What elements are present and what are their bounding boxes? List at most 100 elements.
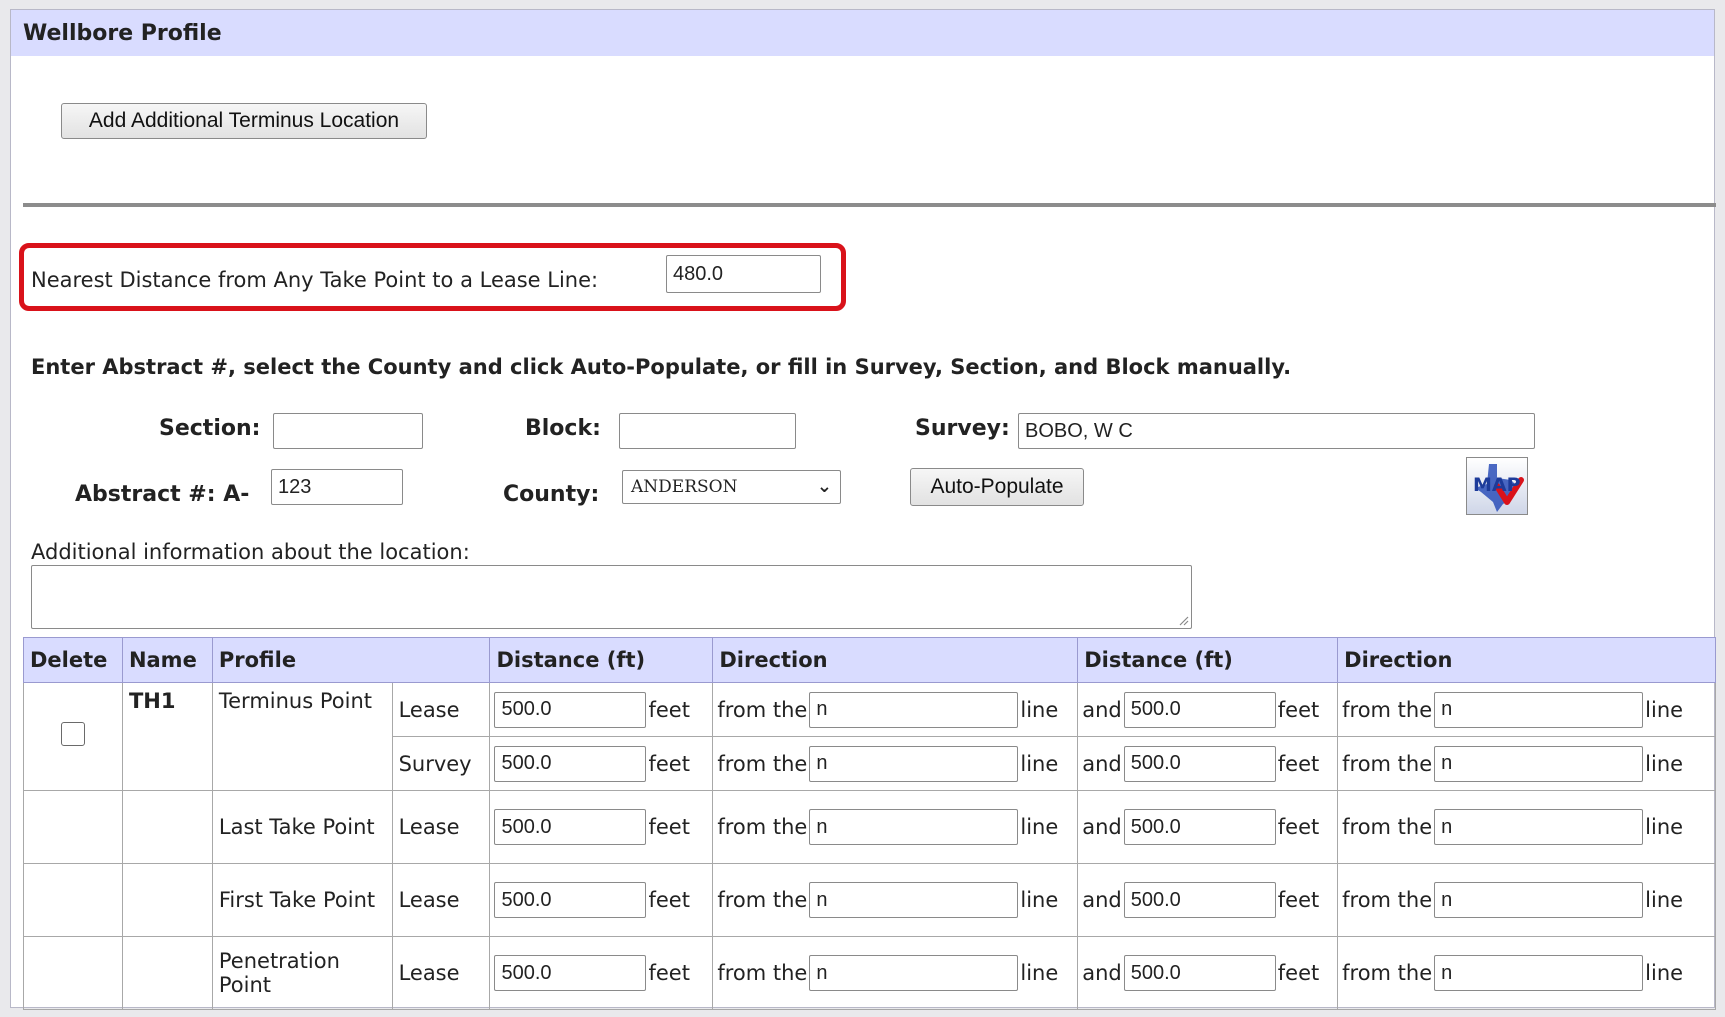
additional-info-textarea[interactable] — [31, 565, 1192, 629]
col-header-distance-2: Distance (ft) — [1077, 637, 1339, 683]
distance-input-2[interactable] — [1123, 882, 1276, 918]
county-label: County: — [503, 482, 600, 507]
section-label: Section: — [159, 416, 261, 441]
line-text: line — [1020, 888, 1059, 912]
direction-input-2[interactable] — [1434, 691, 1644, 728]
and-text: and — [1082, 697, 1122, 722]
row-profile: Last Take Point — [211, 790, 393, 864]
line-text: line — [1645, 751, 1684, 776]
county-select[interactable]: ANDERSON ⌄ — [622, 470, 841, 504]
row-profile: Penetration Point — [211, 936, 393, 1010]
col-header-direction-2: Direction — [1337, 637, 1716, 683]
from-the-text: from the — [717, 961, 808, 985]
distance-input-1[interactable] — [494, 882, 647, 918]
map-texas-icon[interactable]: MAP — [1466, 457, 1528, 515]
unit-feet: feet — [1277, 751, 1320, 776]
line-text: line — [1020, 697, 1059, 722]
distance-input-1[interactable] — [494, 955, 647, 991]
table-row: TH1 Terminus Point Lease feet from the li… — [23, 682, 1716, 791]
from-the-text: from the — [717, 697, 808, 722]
add-terminus-location-button[interactable]: Add Additional Terminus Location — [61, 103, 427, 139]
col-header-distance-1: Distance (ft) — [489, 637, 714, 683]
table-row: Last Take Point Lease feet from theline … — [23, 790, 1716, 864]
direction-input-2[interactable] — [1434, 745, 1644, 782]
additional-info-label: Additional information about the locatio… — [31, 540, 470, 564]
direction-input-1[interactable] — [809, 955, 1019, 991]
direction-input-2[interactable] — [1434, 955, 1644, 991]
from-the-text: from the — [717, 815, 808, 839]
block-label: Block: — [525, 416, 601, 441]
row-type: Lease — [391, 790, 491, 864]
line-text: line — [1645, 815, 1684, 839]
table-row: Penetration Point Lease feet from the lin… — [23, 936, 1716, 1010]
col-header-name: Name — [121, 637, 213, 683]
table-header-row: Delete Name Profile Distance (ft) Direct… — [23, 637, 1716, 683]
distance-input-2[interactable] — [1123, 691, 1276, 728]
row-name: TH1 — [121, 682, 213, 791]
row-type: Lease — [391, 936, 491, 1010]
from-the-text: from the — [1342, 888, 1433, 912]
and-text: and — [1082, 751, 1122, 776]
map-label: MAP — [1473, 474, 1521, 496]
distance-input-1[interactable] — [494, 809, 647, 845]
unit-feet: feet — [1277, 697, 1320, 722]
line-text: line — [1020, 961, 1059, 985]
row-profile: First Take Point — [211, 863, 393, 937]
profile-table: Delete Name Profile Distance (ft) Direct… — [23, 637, 1716, 1010]
line-text: line — [1645, 961, 1684, 985]
survey-label: Survey: — [915, 416, 1010, 441]
instructions-text: Enter Abstract #, select the County and … — [31, 355, 1292, 379]
distance-input-2[interactable] — [1123, 745, 1276, 782]
distance-input-1[interactable] — [494, 691, 647, 728]
line-text: line — [1020, 751, 1059, 776]
row-name — [121, 936, 213, 1010]
section-title: Wellbore Profile — [11, 10, 1714, 56]
resize-grip-icon[interactable] — [1177, 614, 1189, 626]
from-the-text: from the — [1342, 751, 1433, 776]
direction-input-1[interactable] — [809, 809, 1019, 845]
table-row: First Take Point Lease feet from the line… — [23, 863, 1716, 937]
nearest-distance-input[interactable] — [666, 255, 821, 293]
unit-feet: feet — [1277, 815, 1320, 839]
chevron-down-icon: ⌄ — [816, 476, 832, 497]
unit-feet: feet — [648, 815, 690, 839]
and-text: and — [1082, 961, 1122, 985]
delete-checkbox[interactable] — [60, 722, 85, 746]
distance-input-2[interactable] — [1123, 809, 1276, 845]
col-header-delete: Delete — [23, 637, 123, 683]
divider — [23, 203, 1716, 207]
unit-feet: feet — [1277, 961, 1320, 985]
auto-populate-button[interactable]: Auto-Populate — [910, 468, 1084, 506]
row-name — [121, 863, 213, 937]
wellbore-profile-panel: Wellbore Profile Add Additional Terminus… — [10, 9, 1716, 1010]
col-header-direction-1: Direction — [712, 637, 1079, 683]
direction-input-1[interactable] — [809, 691, 1019, 728]
direction-input-2[interactable] — [1434, 882, 1644, 918]
direction-input-2[interactable] — [1434, 809, 1644, 845]
unit-feet: feet — [648, 961, 690, 985]
direction-input-1[interactable] — [809, 882, 1019, 918]
and-text: and — [1082, 888, 1122, 912]
abstract-input[interactable] — [271, 469, 403, 505]
section-input[interactable] — [273, 413, 423, 449]
row-name — [121, 790, 213, 864]
nearest-distance-label: Nearest Distance from Any Take Point to … — [31, 268, 599, 292]
line-text: line — [1645, 888, 1684, 912]
from-the-text: from the — [717, 888, 808, 912]
survey-input[interactable] — [1018, 413, 1535, 449]
direction-input-1[interactable] — [809, 745, 1019, 782]
row-type: Lease — [391, 682, 491, 737]
unit-feet: feet — [648, 751, 690, 776]
col-header-profile: Profile — [211, 637, 491, 683]
unit-feet: feet — [1277, 888, 1320, 912]
line-text: line — [1645, 697, 1684, 722]
from-the-text: from the — [1342, 961, 1433, 985]
county-selected-value: ANDERSON — [631, 477, 738, 497]
row-type: Survey — [391, 736, 491, 791]
distance-input-1[interactable] — [494, 745, 647, 782]
unit-feet: feet — [648, 697, 690, 722]
block-input[interactable] — [619, 413, 796, 449]
line-text: line — [1020, 815, 1059, 839]
and-text: and — [1082, 815, 1122, 839]
distance-input-2[interactable] — [1123, 955, 1276, 991]
